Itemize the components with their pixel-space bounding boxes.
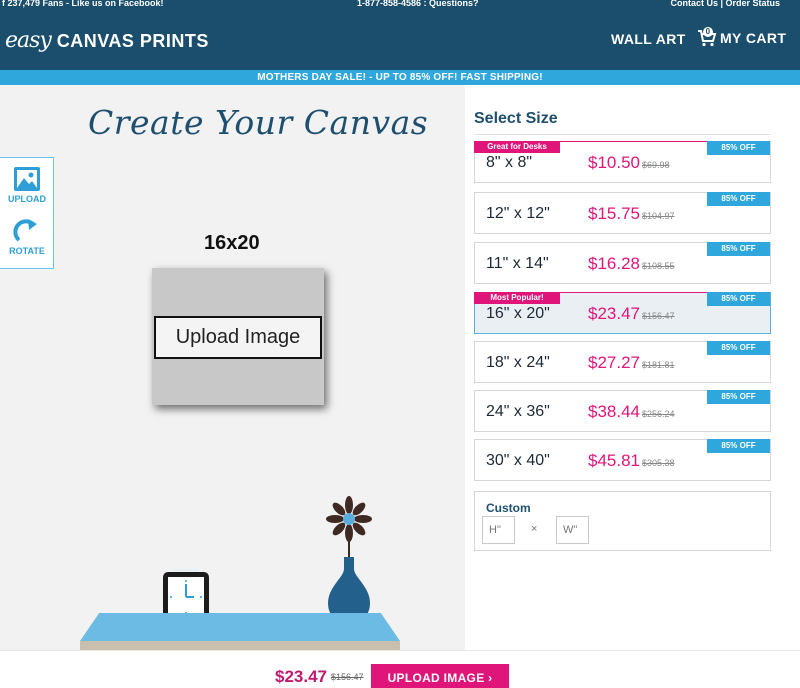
facebook-fans-link[interactable]: f 237,479 Fans - Like us on Facebook! (2, 0, 164, 8)
cart-icon: 0 (697, 27, 717, 47)
size-option-11x14[interactable]: 85% OFF 11" x 14" $16.28 $108.55 (474, 242, 771, 284)
size-option-8x8[interactable]: Great for Desks 85% OFF 8" x 8" $10.50 $6… (474, 141, 771, 183)
table-top-decoration (80, 613, 400, 641)
discount-badge: 85% OFF (707, 439, 770, 453)
divider (474, 134, 771, 135)
tool-panel: UPLOAD ROTATE (0, 157, 54, 269)
size-dimensions: 12" x 12" (486, 205, 550, 222)
size-option-24x36[interactable]: 85% OFF 24" x 36" $38.44 $256.24 (474, 390, 771, 432)
size-tag-badge: Great for Desks (474, 141, 560, 153)
canvas-preview[interactable]: Upload Image (152, 268, 324, 405)
original-price: $69.98 (642, 160, 670, 170)
site-header: easy CANVAS PRINTS WALL ART 0 MY CART (0, 10, 800, 70)
discount-badge: 85% OFF (707, 242, 770, 256)
canvas-editor: Create Your Canvas UPLOAD ROTATE 16x20 U… (0, 85, 465, 650)
checkout-bar: $23.47 $156.47 UPLOAD IMAGE › (0, 650, 800, 688)
discount-badge: 85% OFF (707, 141, 770, 155)
site-logo[interactable]: easy CANVAS PRINTS (5, 28, 209, 53)
contact-order-links[interactable]: Contact Us | Order Status (670, 0, 780, 8)
size-option-16x20[interactable]: Most Popular! 85% OFF 16" x 20" $23.47 $1… (474, 292, 771, 334)
rotate-icon (13, 219, 41, 246)
rotate-tool-label: ROTATE (9, 246, 45, 256)
size-dimensions: 24" x 36" (486, 403, 550, 420)
phone-number[interactable]: 1-877-858-4586 : Questions? (357, 0, 479, 8)
divider (560, 141, 708, 142)
table-front-decoration (80, 641, 400, 650)
custom-size-box: Custom × (474, 491, 771, 551)
select-size-heading: Select Size (474, 110, 558, 127)
original-price: $156.47 (642, 311, 675, 321)
rotate-tool-button[interactable]: ROTATE (0, 218, 54, 256)
upload-tool-button[interactable]: UPLOAD (0, 166, 54, 204)
image-icon (13, 167, 41, 194)
size-dimensions: 18" x 24" (486, 354, 550, 371)
selected-size-label: 16x20 (204, 232, 260, 254)
promo-banner: MOTHERS DAY SALE! - UP TO 85% OFF! FAST … (0, 70, 800, 85)
size-option-18x24[interactable]: 85% OFF 18" x 24" $27.27 $181.81 (474, 341, 771, 383)
discount-badge: 85% OFF (707, 341, 770, 355)
discount-badge: 85% OFF (707, 390, 770, 404)
size-option-30x40[interactable]: 85% OFF 30" x 40" $45.81 $305.38 (474, 439, 771, 481)
divider (560, 292, 708, 293)
original-price: $256.24 (642, 409, 675, 419)
size-dimensions: 8" x 8" (486, 154, 533, 171)
original-price: $104.97 (642, 211, 675, 221)
size-tag-badge: Most Popular! (474, 292, 560, 304)
size-price: $45.81 $305.38 (588, 451, 675, 470)
discount-badge: 85% OFF (707, 292, 770, 306)
size-price: $15.75 $104.97 (588, 204, 675, 223)
original-price: $305.38 (642, 458, 675, 468)
cart-count-badge: 0 (703, 27, 713, 37)
footer-upload-image-button[interactable]: UPLOAD IMAGE › (371, 664, 509, 688)
chevron-right-icon: › (488, 671, 493, 685)
vase-decoration (322, 495, 376, 630)
size-dimensions: 11" x 14" (486, 255, 549, 272)
nav-wall-art[interactable]: WALL ART (611, 31, 686, 47)
size-price: $16.28 $108.55 (588, 254, 675, 273)
original-price: $181.81 (642, 360, 675, 370)
size-price: $38.44 $256.24 (588, 402, 675, 421)
times-icon: × (531, 523, 538, 535)
upload-tool-label: UPLOAD (8, 194, 46, 204)
custom-width-input[interactable] (556, 516, 589, 544)
original-price: $108.55 (642, 261, 675, 271)
page-title: Create Your Canvas (88, 103, 429, 142)
custom-size-heading: Custom (486, 501, 531, 515)
discount-badge: 85% OFF (707, 192, 770, 206)
size-selector-panel: Select Size Great for Desks 85% OFF 8" x… (465, 85, 800, 650)
nav-my-cart[interactable]: 0 MY CART (697, 27, 787, 47)
custom-height-input[interactable] (482, 516, 515, 544)
size-dimensions: 16" x 20" (486, 305, 550, 322)
size-price: $23.47 $156.47 (588, 304, 675, 323)
cart-label: MY CART (720, 30, 787, 46)
upload-image-button[interactable]: Upload Image (154, 316, 322, 359)
size-option-12x12[interactable]: 85% OFF 12" x 12" $15.75 $104.97 (474, 192, 771, 234)
size-price: $10.50 $69.98 (588, 153, 670, 172)
size-price: $27.27 $181.81 (588, 353, 675, 372)
top-bar: f 237,479 Fans - Like us on Facebook! 1-… (0, 0, 800, 12)
footer-original-price: $156.47 (331, 672, 364, 682)
size-dimensions: 30" x 40" (486, 452, 550, 469)
footer-price: $23.47 (275, 667, 327, 686)
